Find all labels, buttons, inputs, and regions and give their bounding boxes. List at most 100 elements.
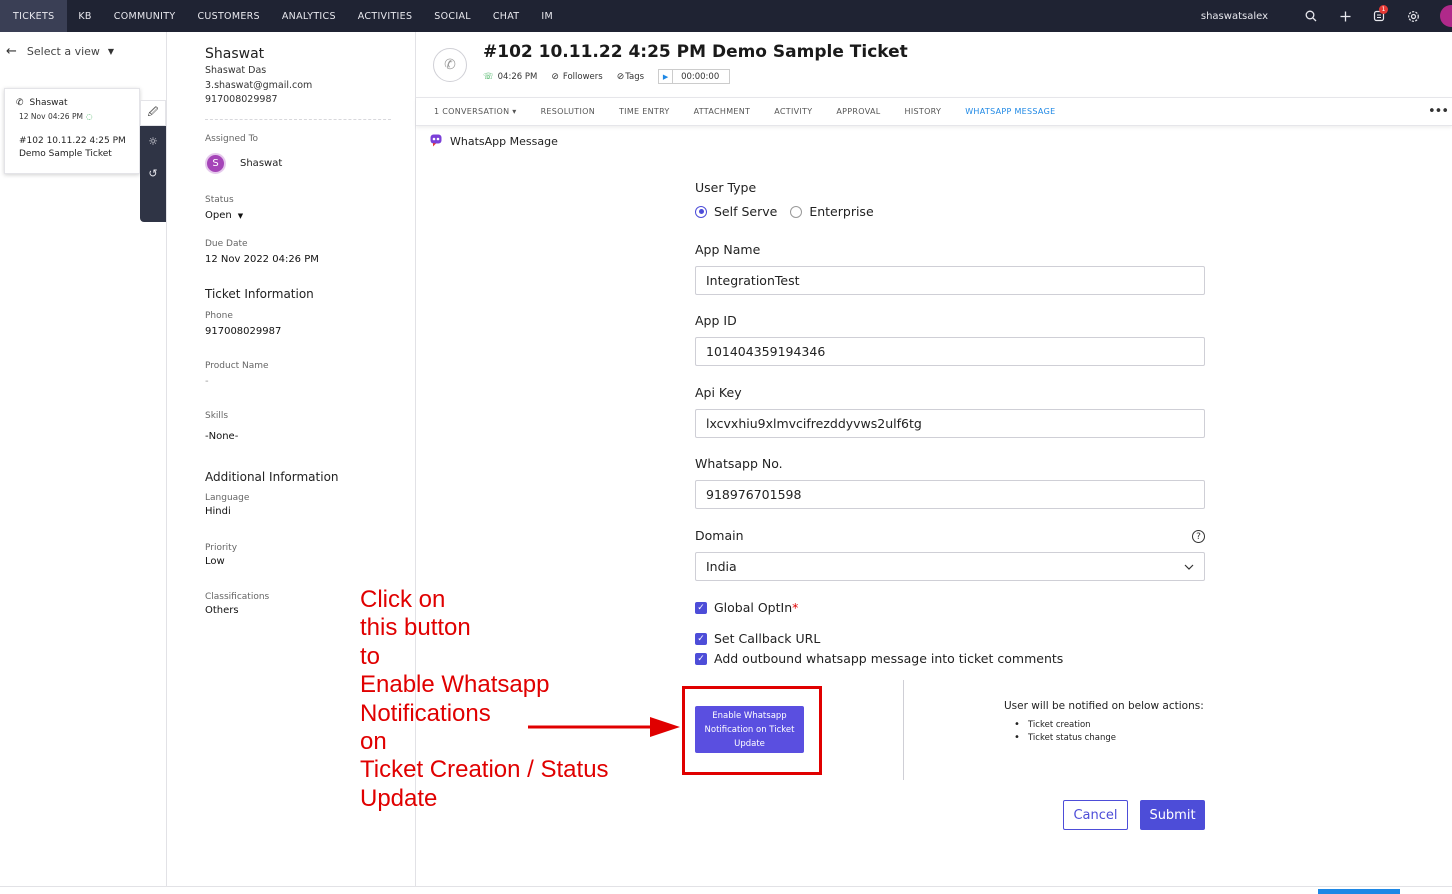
notification-badge: 1 [1379,5,1388,14]
ticket-list-panel: ← Select a view ▼ ✆ Shaswat 12 Nov 04:26… [0,32,167,894]
incoming-call-icon: ☏ [483,71,494,82]
history-icon[interactable]: ↺ [140,160,166,186]
nav-tab-analytics[interactable]: ANALYTICS [271,0,347,32]
ticket-information-heading: Ticket Information [205,287,314,301]
outbound-comments-checkbox[interactable]: ✓ Add outbound whatsapp message into tic… [695,651,1063,666]
ticket-timer: ▶ 00:00:00 [658,69,731,84]
nav-tab-community[interactable]: COMMUNITY [103,0,187,32]
language-value[interactable]: Hindi [205,506,249,517]
contact-name[interactable]: Shaswat [205,46,312,62]
bottom-progress [1318,889,1400,894]
checkbox-checked-icon: ✓ [695,652,707,665]
back-arrow-icon[interactable]: ← [6,44,17,59]
phone-value[interactable]: 917008029987 [205,326,281,337]
whatsapp-app-icon [430,134,442,147]
select-view-dropdown[interactable]: ← Select a view ▼ [6,44,114,59]
tab-attachment[interactable]: ATTACHMENT [694,107,751,116]
global-optin-label: Global OptIn [714,600,793,615]
status-dropdown[interactable]: Open ▼ [205,210,243,221]
avatar[interactable] [1440,5,1452,27]
priority-value[interactable]: Low [205,556,237,567]
annotation-highlight-box [682,686,822,775]
status-value: Open [205,210,232,221]
gear-icon[interactable] [1396,0,1430,32]
ticket-title: #102 10.11.22 4:25 PM Demo Sample Ticket [483,42,908,62]
domain-select[interactable]: India [695,552,1205,581]
tab-history[interactable]: HISTORY [905,107,942,116]
tab-activity[interactable]: ACTIVITY [774,107,812,116]
vertical-divider [903,680,904,780]
list-item: Ticket status change [1014,731,1204,745]
tab-approval[interactable]: APPROVAL [836,107,880,116]
tags-label: Tags [625,71,645,82]
skills-value[interactable]: -None- [205,431,238,442]
contact-phone[interactable]: 917008029987 [205,93,312,108]
ticket-time: ☏ 04:26 PM [483,72,537,82]
search-icon[interactable] [1294,0,1328,32]
check-circle-icon: ⊘ [551,71,559,82]
card-action-rail: 🖉 ☼ ↺ [140,100,166,222]
assignee[interactable]: S Shaswat [205,153,282,174]
assignee-avatar: S [205,153,226,174]
app-id-input[interactable]: 101404359194346 [695,337,1205,366]
assigned-to-label: Assigned To [205,134,259,144]
followers-link[interactable]: ⊘ Followers [551,72,602,82]
cancel-button[interactable]: Cancel [1063,800,1128,830]
product-name-value[interactable]: - [205,376,269,387]
nav-tab-kb[interactable]: KB [67,0,102,32]
divider [205,119,391,120]
ticket-card-contact-row: ✆ Shaswat [16,98,68,108]
nav-tab-social[interactable]: SOCIAL [423,0,482,32]
ticket-card-time: 12 Nov 04:26 PM [19,112,83,121]
contact-email[interactable]: 3.shaswat@gmail.com [205,79,312,94]
radio-enterprise[interactable]: Enterprise [790,204,874,219]
bulb-icon[interactable]: ☼ [140,128,166,154]
global-optin-checkbox[interactable]: ✓ Global OptIn * [695,600,798,615]
contact-full-name: Shaswat Das [205,65,267,76]
notification-icon[interactable]: 1 [1362,0,1396,32]
nav-tab-customers[interactable]: CUSTOMERS [186,0,270,32]
api-key-label: Api Key [695,385,742,400]
ticket-card-subject: #102 10.11.22 4:25 PM Demo Sample Ticket [19,136,126,159]
due-date-value[interactable]: 12 Nov 2022 04:26 PM [205,254,319,265]
nav-tab-im[interactable]: IM [530,0,564,32]
tags-link[interactable]: ⊘ Tags [617,72,644,82]
skills-label: Skills [205,411,229,421]
play-icon[interactable]: ▶ [659,70,674,83]
status-label: Status [205,195,234,205]
domain-value: India [706,559,737,574]
classifications-value[interactable]: Others [205,605,269,616]
add-icon[interactable] [1328,0,1362,32]
nav-tab-chat[interactable]: CHAT [482,0,531,32]
tab-conversation[interactable]: 1 CONVERSATION ▾ [434,107,517,116]
radio-enterprise-label: Enterprise [809,204,874,219]
more-options-icon[interactable]: ••• [1428,104,1449,119]
help-icon[interactable]: ? [1192,530,1205,543]
tab-whatsapp-message[interactable]: WHATSAPP MESSAGE [965,107,1055,116]
whatsapp-message-heading: WhatsApp Message [430,134,558,148]
tab-time-entry[interactable]: TIME ENTRY [619,107,670,116]
nav-tab-tickets[interactable]: TICKETS [0,0,68,32]
outbound-comments-label: Add outbound whatsapp message into ticke… [714,651,1064,666]
annotation-arrow-icon [528,717,680,737]
chevron-down-icon: ▼ [107,47,115,56]
attachment-icon[interactable]: 🖉 [140,100,166,126]
api-key-input[interactable]: lxcvxhiu9xlmvcifrezddyvws2ulf6tg [695,409,1205,438]
ticket-card[interactable]: ✆ Shaswat 12 Nov 04:26 PM ◌ #102 10.11.22… [4,88,140,174]
submit-button[interactable]: Submit [1140,800,1205,830]
whatsapp-number-input[interactable]: 918976701598 [695,480,1205,509]
tab-resolution[interactable]: RESOLUTION [541,107,595,116]
nav-tab-activities[interactable]: ACTIVITIES [347,0,424,32]
chevron-down-icon [1184,564,1194,570]
select-view-label: Select a view [26,45,100,58]
tag-icon: ⊘ [616,71,625,82]
callback-url-checkbox[interactable]: ✓ Set Callback URL [695,631,820,646]
timer-value: 00:00:00 [681,71,720,82]
radio-selected-icon [695,205,707,218]
current-user[interactable]: shaswatsalex [1201,11,1268,22]
radio-self-serve-label: Self Serve [714,204,778,219]
app-name-input[interactable]: IntegrationTest [695,266,1205,295]
top-nav: TICKETS KB COMMUNITY CUSTOMERS ANALYTICS… [0,0,1452,32]
classifications-label: Classifications [205,592,270,602]
radio-self-serve[interactable]: Self Serve [695,204,777,219]
